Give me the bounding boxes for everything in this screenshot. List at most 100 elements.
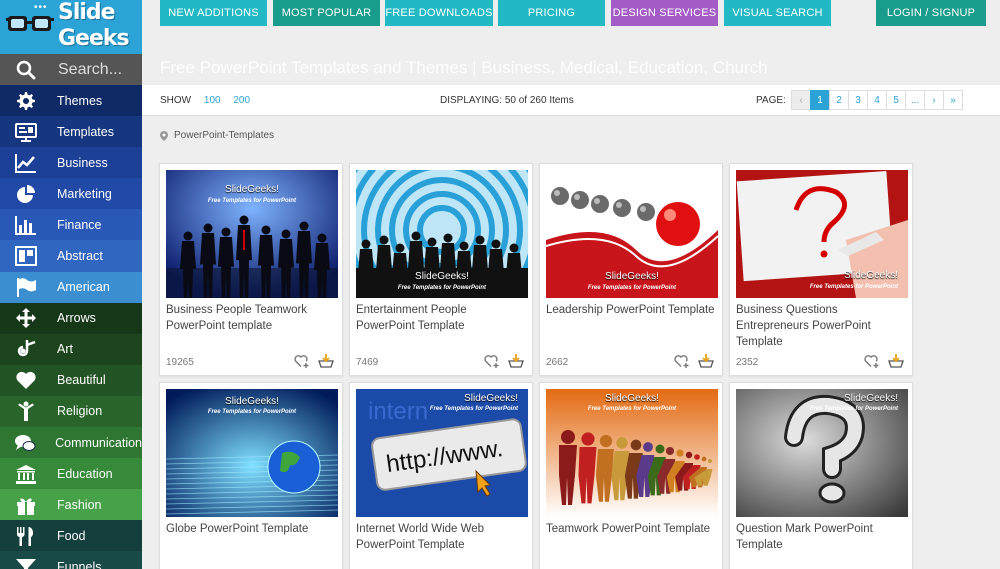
sidebar-item-education[interactable]: Education	[0, 458, 142, 490]
last-page-button[interactable]: »	[943, 90, 963, 110]
chat-icon	[13, 432, 37, 454]
search-input[interactable]: Search...	[58, 61, 122, 79]
sidebar-item-food[interactable]: Food	[0, 520, 142, 552]
template-card[interactable]: intern http://www. SlideGeeks! Free Templat…	[349, 382, 533, 569]
favorite-add-icon[interactable]	[864, 354, 880, 368]
search-icon	[16, 60, 36, 79]
template-title[interactable]: Business Questions Entrepreneurs PowerPo…	[736, 302, 908, 350]
card-actions	[674, 354, 714, 368]
template-card[interactable]: SlideGeeks! Free Templates for PowerPoint…	[729, 382, 913, 569]
sidebar-item-american[interactable]: American	[0, 271, 142, 303]
template-card[interactable]: SlideGeeks! Free Templates for PowerPoint…	[349, 163, 533, 376]
sidebar: ••• Slide Geeks Search... Themes Template…	[0, 0, 142, 569]
download-count: 19265	[166, 357, 194, 368]
thumb-brand-name: SlideGeeks!	[225, 396, 279, 407]
category-nav: Themes Templates Business Marketing Finance A…	[0, 85, 142, 569]
page-5-button[interactable]: 5	[886, 90, 906, 110]
thumb-brand-tagline: Free Templates for PowerPoint	[809, 284, 898, 290]
page-2-button[interactable]: 2	[829, 90, 849, 110]
template-thumbnail[interactable]: SlideGeeks! Free Templates for PowerPoint	[166, 389, 338, 517]
nav-design-services-button[interactable]: DESIGN SERVICES	[611, 0, 718, 26]
logo-dots: •••	[34, 2, 48, 13]
sidebar-item-religion[interactable]: Religion	[0, 395, 142, 428]
template-card[interactable]: SlideGeeks! Free Templates for PowerPoint…	[539, 163, 723, 376]
template-title[interactable]: Business People Teamwork PowerPoint temp…	[166, 302, 338, 334]
nav-free-downloads-button[interactable]: FREE DOWNLOADS	[385, 0, 493, 26]
logo-wordmark: Slide Geeks	[58, 0, 130, 51]
sidebar-item-business[interactable]: Business	[0, 147, 142, 179]
template-thumbnail[interactable]: SlideGeeks! Free Templates for PowerPoint	[546, 389, 718, 517]
thumb-brand-tagline: Free Templates for PowerPoint	[397, 285, 487, 291]
download-basket-icon[interactable]	[698, 354, 714, 368]
page-4-button[interactable]: 4	[867, 90, 887, 110]
prev-page-button[interactable]: ‹	[791, 90, 811, 110]
thumb-brand-tagline: Free Templates for PowerPoint	[809, 406, 898, 412]
show-200-link[interactable]: 200	[233, 95, 250, 106]
template-card[interactable]: SlideGeeks! Free Templates for PowerPoint…	[159, 382, 343, 569]
flag-icon	[13, 276, 39, 298]
layout-icon	[13, 245, 39, 267]
template-card[interactable]: SlideGeeks! Free Templates for PowerPoint…	[539, 382, 723, 569]
download-basket-icon[interactable]	[888, 354, 904, 368]
pagination: ‹ 1 2 3 4 5... ›»	[791, 90, 963, 110]
template-title[interactable]: Question Mark PowerPoint Template	[736, 521, 908, 553]
template-thumbnail[interactable]: SlideGeeks! Free Templates for PowerPoint	[356, 170, 528, 298]
download-count: 2352	[736, 357, 759, 368]
thumb-brand-name: SlideGeeks!	[225, 184, 279, 195]
sidebar-item-abstract[interactable]: Abstract	[0, 240, 142, 272]
favorite-add-icon[interactable]	[484, 354, 500, 368]
nav-login-signup-button[interactable]: LOGIN / SIGNUP	[876, 0, 986, 26]
sidebar-item-label: Marketing	[57, 186, 112, 201]
sidebar-item-beautiful[interactable]: Beautiful	[0, 364, 142, 396]
download-count: 2662	[546, 357, 569, 368]
favorite-add-icon[interactable]	[674, 354, 690, 368]
sidebar-item-label: Art	[57, 342, 73, 357]
sidebar-item-communication[interactable]: Communication	[0, 427, 142, 459]
sidebar-item-fashion[interactable]: Fashion	[0, 489, 142, 521]
thumb-brand-name: SlideGeeks!	[415, 271, 469, 282]
sidebar-item-label: Beautiful	[57, 373, 106, 388]
site-logo[interactable]: ••• Slide Geeks	[0, 0, 142, 54]
template-card[interactable]: SlideGeeks! Free Templates for PowerPoint…	[729, 163, 913, 376]
sidebar-item-arrows[interactable]: Arrows	[0, 302, 142, 334]
nav-most-popular-button[interactable]: MOST POPULAR	[273, 0, 380, 26]
sidebar-item-art[interactable]: Art	[0, 333, 142, 365]
template-title[interactable]: Leadership PowerPoint Template	[546, 302, 718, 318]
map-pin-icon	[160, 130, 168, 141]
template-thumbnail[interactable]: SlideGeeks! Free Templates for PowerPoint	[166, 170, 338, 298]
sidebar-item-finance[interactable]: Finance	[0, 209, 142, 241]
page-3-button[interactable]: 3	[848, 90, 868, 110]
template-title[interactable]: Globe PowerPoint Template	[166, 521, 338, 537]
template-thumbnail[interactable]: SlideGeeks! Free Templates for PowerPoint	[736, 170, 908, 298]
download-basket-icon[interactable]	[318, 354, 334, 368]
download-basket-icon[interactable]	[508, 354, 524, 368]
sidebar-search[interactable]: Search...	[0, 54, 142, 85]
show-100-link[interactable]: 100	[204, 95, 221, 106]
nav-new-additions-button[interactable]: NEW ADDITIONS	[160, 0, 267, 26]
template-thumbnail[interactable]: SlideGeeks! Free Templates for PowerPoint	[546, 170, 718, 298]
favorite-add-icon[interactable]	[294, 354, 310, 368]
template-title[interactable]: Teamwork PowerPoint Template	[546, 521, 718, 537]
sidebar-item-label: Funnels	[57, 559, 102, 569]
cutlery-icon	[13, 525, 39, 547]
nav-pricing-button[interactable]: PRICING	[498, 0, 605, 26]
sidebar-item-funnels[interactable]: Funnels	[0, 551, 142, 569]
template-card[interactable]: SlideGeeks! Free Templates for PowerPoint…	[159, 163, 343, 376]
template-thumbnail[interactable]: SlideGeeks! Free Templates for PowerPoint	[736, 389, 908, 517]
breadcrumb[interactable]: PowerPoint-Templates	[160, 130, 274, 141]
page-1-button[interactable]: 1	[810, 90, 830, 110]
next-page-button[interactable]: ›	[924, 90, 944, 110]
pie-chart-icon	[13, 183, 39, 205]
download-count: 7469	[356, 357, 379, 368]
sidebar-item-templates[interactable]: Templates	[0, 116, 142, 148]
nav-visual-search-button[interactable]: VISUAL SEARCH	[724, 0, 831, 26]
page-ellipsis-button[interactable]: ...	[905, 90, 925, 110]
heart-icon	[13, 369, 39, 391]
template-thumbnail[interactable]: intern http://www. SlideGeeks! Free Templat…	[356, 389, 528, 517]
sidebar-item-label: Fashion	[57, 497, 102, 512]
sidebar-item-label: Education	[57, 466, 113, 481]
template-title[interactable]: Internet World Wide Web PowerPoint Templ…	[356, 521, 528, 553]
sidebar-item-themes[interactable]: Themes	[0, 85, 142, 117]
template-title[interactable]: Entertainment People PowerPoint Template	[356, 302, 528, 334]
sidebar-item-marketing[interactable]: Marketing	[0, 178, 142, 210]
